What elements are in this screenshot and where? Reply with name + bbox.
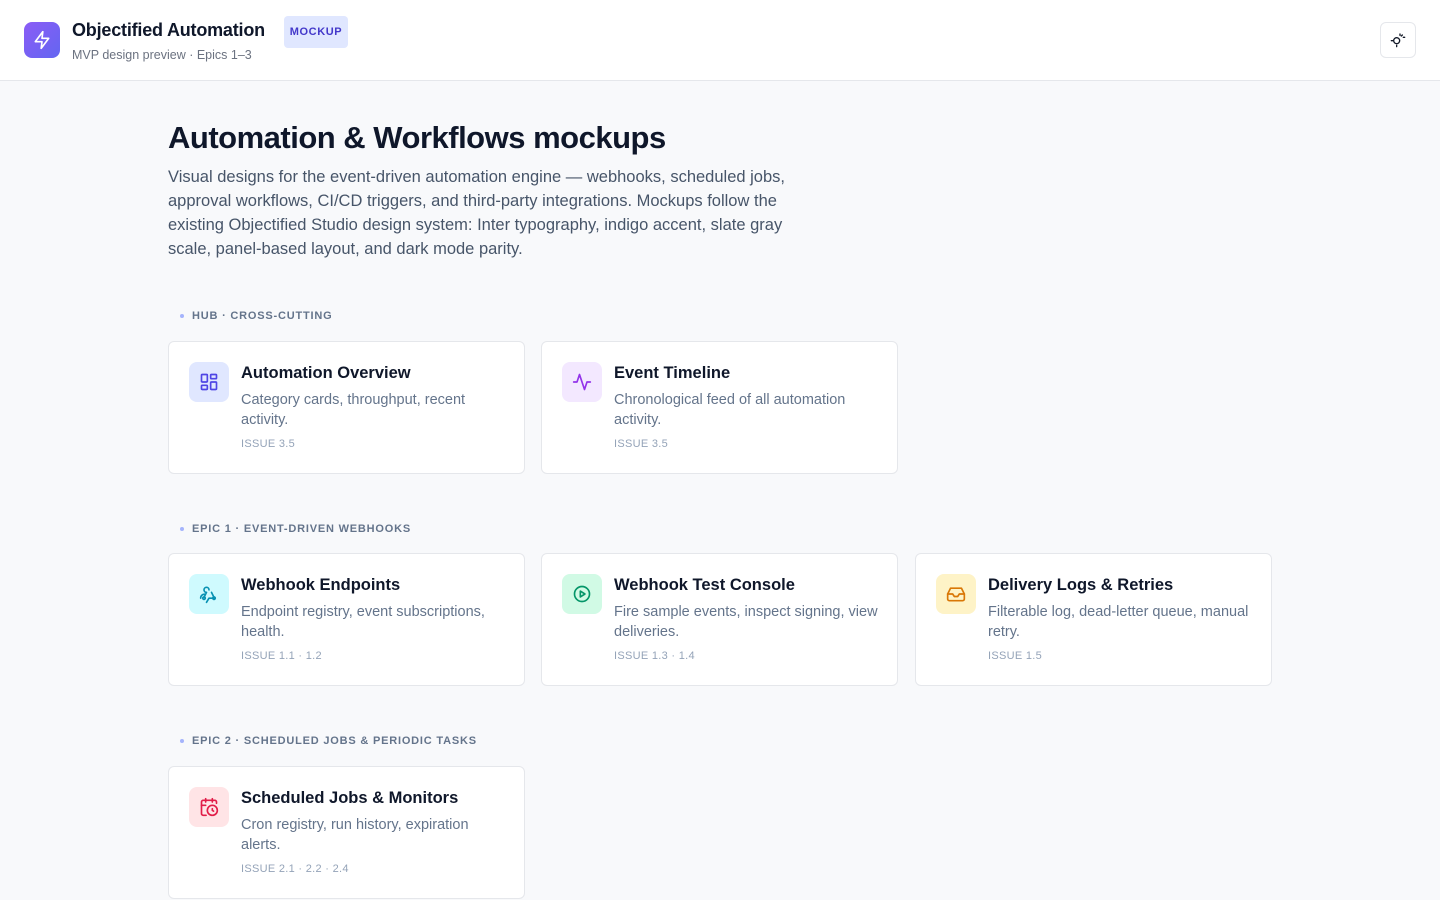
card-webhook-test-console[interactable]: Webhook Test Console Fire sample events,… <box>541 553 898 686</box>
app-subtitle: MVP design preview · Epics 1–3 <box>72 48 252 62</box>
inbox-icon <box>936 574 976 614</box>
section-label-text: EPIC 2 · SCHEDULED JOBS & PERIODIC TASKS <box>192 735 477 747</box>
calendar-clock-icon <box>189 787 229 827</box>
card-issue: ISSUE 1.5 <box>988 650 1043 662</box>
card-title: Delivery Logs & Retries <box>988 576 1174 594</box>
lightning-bolt-icon <box>24 22 60 58</box>
card-title: Automation Overview <box>241 364 411 382</box>
card-title: Webhook Test Console <box>614 576 795 594</box>
card-issue: ISSUE 1.1 · 1.2 <box>241 650 322 662</box>
card-delivery-logs[interactable]: Delivery Logs & Retries Filterable log, … <box>915 553 1272 686</box>
card-issue: ISSUE 1.3 · 1.4 <box>614 650 695 662</box>
section-label-epic1: EPIC 1 · EVENT-DRIVEN WEBHOOKS <box>180 523 411 535</box>
section-label-text: HUB · CROSS-CUTTING <box>192 310 333 322</box>
card-automation-overview[interactable]: Automation Overview Category cards, thro… <box>168 341 525 474</box>
grid-icon <box>189 362 229 402</box>
bullet-dot <box>180 527 184 531</box>
card-description: Filterable log, dead-letter queue, manua… <box>988 604 1249 640</box>
activity-icon <box>562 362 602 402</box>
card-webhook-endpoints[interactable]: Webhook Endpoints Endpoint registry, eve… <box>168 553 525 686</box>
section-label-text: EPIC 1 · EVENT-DRIVEN WEBHOOKS <box>192 523 411 535</box>
card-description: Category cards, throughput, recent activ… <box>241 392 466 428</box>
card-description: Endpoint registry, event subscriptions, … <box>241 604 485 640</box>
card-description: Cron registry, run history, expiration a… <box>241 817 469 853</box>
card-scheduled-jobs[interactable]: Scheduled Jobs & Monitors Cron registry,… <box>168 766 525 899</box>
top-bar: Objectified Automation MOCKUP MVP design… <box>0 0 1440 81</box>
card-issue: ISSUE 3.5 <box>614 438 669 450</box>
card-title: Scheduled Jobs & Monitors <box>241 789 459 807</box>
page-title: Automation & Workflows mockups <box>168 120 666 155</box>
app-title: Objectified Automation <box>72 20 265 40</box>
section-label-epic2: EPIC 2 · SCHEDULED JOBS & PERIODIC TASKS <box>180 735 477 747</box>
theme-toggle-button[interactable] <box>1380 22 1416 58</box>
card-event-timeline[interactable]: Event Timeline Chronological feed of all… <box>541 341 898 474</box>
card-description: Chronological feed of all automation act… <box>614 392 846 428</box>
webhook-icon <box>189 574 229 614</box>
mockup-badge: MOCKUP <box>284 16 348 48</box>
card-title: Webhook Endpoints <box>241 576 401 594</box>
bullet-dot <box>180 314 184 318</box>
card-title: Event Timeline <box>614 364 731 382</box>
play-circle-icon <box>562 574 602 614</box>
bullet-dot <box>180 739 184 743</box>
card-issue: ISSUE 3.5 <box>241 438 296 450</box>
card-description: Fire sample events, inspect signing, vie… <box>614 604 878 640</box>
theme-toggle-icon <box>1390 33 1406 48</box>
section-label-hub: HUB · CROSS-CUTTING <box>180 310 332 322</box>
page-description: Visual designs for the event-driven auto… <box>168 168 785 258</box>
card-issue: ISSUE 2.1 · 2.2 · 2.4 <box>241 863 349 875</box>
